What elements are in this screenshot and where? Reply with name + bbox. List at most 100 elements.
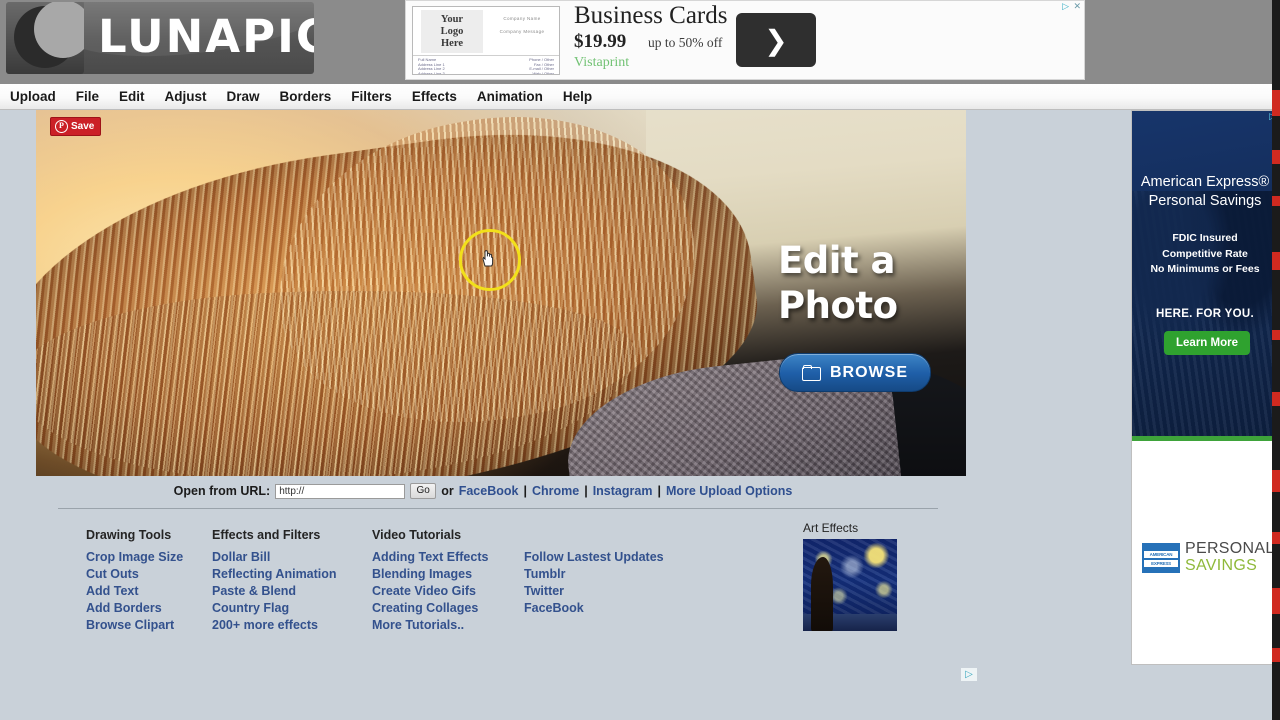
link-adding-text-effects[interactable]: Adding Text Effects [372,549,524,566]
link-country-flag[interactable]: Country Flag [212,600,372,617]
timeline-marker [1272,252,1280,270]
card-company-name: Company Name [503,16,541,21]
ad-arrow-button[interactable]: ❯ [736,13,816,67]
url-input[interactable] [275,483,406,499]
lunapic-logo[interactable]: LUNAPIC [6,2,314,74]
upload-link-facebook[interactable]: FaceBook [459,484,519,498]
timeline-marker [1272,330,1280,340]
column-video-tutorials: Video Tutorials Adding Text Effects Blen… [372,527,524,634]
timeline-marker [1272,470,1280,492]
menu-item-upload[interactable]: Upload [0,85,66,109]
link-facebook[interactable]: FaceBook [524,600,694,617]
timeline-marker [1272,196,1280,206]
or-label: or [441,484,454,498]
card-logo-line1: Your [440,13,464,25]
upload-link-instagram[interactable]: Instagram [593,484,653,498]
amex-personal-text: PERSONAL [1185,540,1275,557]
upload-link-chrome[interactable]: Chrome [532,484,579,498]
folder-icon [802,365,821,381]
card-divider [413,55,559,56]
pointer-cursor-icon [482,250,494,267]
link-tumblr[interactable]: Tumblr [524,566,694,583]
moon-icon [6,2,84,74]
lunapic-page: LUNAPIC Your Logo Here Company Name Comp… [0,0,1280,720]
hero-headline-line1: Edit a [778,239,895,282]
timeline-marker [1272,588,1280,614]
link-blending-images[interactable]: Blending Images [372,566,524,583]
link-create-video-gifs[interactable]: Create Video Gifs [372,583,524,600]
menu-item-file[interactable]: File [66,85,109,109]
timeline-marker [1272,532,1280,544]
url-separator-1: | [523,484,527,498]
menu-item-effects[interactable]: Effects [402,85,467,109]
link-more-effects[interactable]: 200+ more effects [212,617,372,634]
url-separator-2: | [584,484,588,498]
card-logo-placeholder: Your Logo Here [421,10,483,53]
card-company-block: Company Name Company Message [491,16,553,42]
hero-headline: Edit a Photo [778,238,958,328]
sidebar-ad-tagline: HERE. FOR YOU. [1156,308,1254,320]
learn-more-button[interactable]: Learn More [1164,331,1250,355]
timeline-marker [1272,648,1280,662]
sidebar-ad-bottom: AMERICAN EXPRESS PERSONAL SAVINGS [1132,441,1278,664]
art-effects-heading: Art Effects [803,521,859,535]
browse-button[interactable]: BROWSE [779,353,931,392]
sidebar-ad-bullet-1: FDIC Insured [1172,232,1238,244]
link-creating-collages[interactable]: Creating Collages [372,600,524,617]
link-columns: Drawing Tools Crop Image Size Cut Outs A… [86,527,694,634]
menu-item-draw[interactable]: Draw [217,85,270,109]
link-browse-clipart[interactable]: Browse Clipart [86,617,212,634]
sidebar-ad[interactable]: ▷ American Express® Personal Savings FDI… [1131,110,1279,665]
sidebar-ad-bullet-2: Competitive Rate [1162,247,1248,260]
amex-blue-box-icon: AMERICAN EXPRESS [1142,542,1180,573]
business-card-preview: Your Logo Here Company Name Company Mess… [412,6,560,75]
go-button[interactable]: Go [410,483,437,499]
close-icon[interactable]: ✕ [1073,2,1081,11]
sidebar-ad-title-line1: American Express® [1140,174,1270,190]
open-from-url-row: Open from URL: Go or FaceBook | Chrome |… [0,481,966,501]
link-cut-outs[interactable]: Cut Outs [86,566,212,583]
sidebar-ad-bullet-3: No Minimums or Fees [1150,263,1260,275]
sidebar-ad-bullets: FDIC Insured Competitive Rate No Minimum… [1132,231,1278,278]
logo-text: LUNAPIC [98,10,314,63]
column-heading [524,527,694,544]
bottom-adchoices-icon[interactable]: ▷ [961,668,977,681]
main-menu-bar: Upload File Edit Adjust Draw Borders Fil… [0,84,1280,110]
column-heading: Video Tutorials [372,528,462,542]
browse-button-label: BROWSE [830,363,908,381]
card-logo-line3: Here [441,37,463,49]
link-dollar-bill[interactable]: Dollar Bill [212,549,372,566]
link-follow-latest-updates[interactable]: Follow Lastest Updates [524,549,694,566]
link-add-borders[interactable]: Add Borders [86,600,212,617]
link-twitter[interactable]: Twitter [524,583,694,600]
starry-night-cypress [811,557,833,631]
video-timeline-strip[interactable] [1272,0,1280,720]
amex-logo: AMERICAN EXPRESS PERSONAL SAVINGS [1142,541,1275,574]
link-paste-and-blend[interactable]: Paste & Blend [212,583,372,600]
column-social: Follow Lastest Updates Tumblr Twitter Fa… [524,527,694,634]
pinterest-save-button[interactable]: P Save [50,117,102,136]
card-company-message: Company Message [499,29,545,34]
open-from-url-label: Open from URL: [173,484,271,498]
menu-item-borders[interactable]: Borders [270,85,342,109]
link-add-text[interactable]: Add Text [86,583,212,600]
menu-item-filters[interactable]: Filters [341,85,402,109]
menu-item-animation[interactable]: Animation [467,85,553,109]
amex-logo-line1: AMERICAN [1144,550,1178,558]
column-effects-and-filters: Effects and Filters Dollar Bill Reflecti… [212,527,372,634]
menu-item-adjust[interactable]: Adjust [155,85,217,109]
top-banner-ad[interactable]: Your Logo Here Company Name Company Mess… [405,0,1085,80]
timeline-marker [1272,90,1280,116]
upload-link-more-options[interactable]: More Upload Options [666,484,792,498]
menu-item-edit[interactable]: Edit [109,85,155,109]
link-crop-image-size[interactable]: Crop Image Size [86,549,212,566]
ad-offer: up to 50% off [648,35,723,50]
top-bar-right-filler [1085,0,1280,84]
menu-item-help[interactable]: Help [553,85,602,109]
adchoices-icon[interactable]: ▷ [1062,2,1069,11]
pinterest-icon: P [55,120,68,133]
column-heading: Effects and Filters [212,528,321,542]
starry-night-thumbnail[interactable] [803,539,897,631]
link-more-tutorials[interactable]: More Tutorials.. [372,617,524,634]
link-reflecting-animation[interactable]: Reflecting Animation [212,566,372,583]
